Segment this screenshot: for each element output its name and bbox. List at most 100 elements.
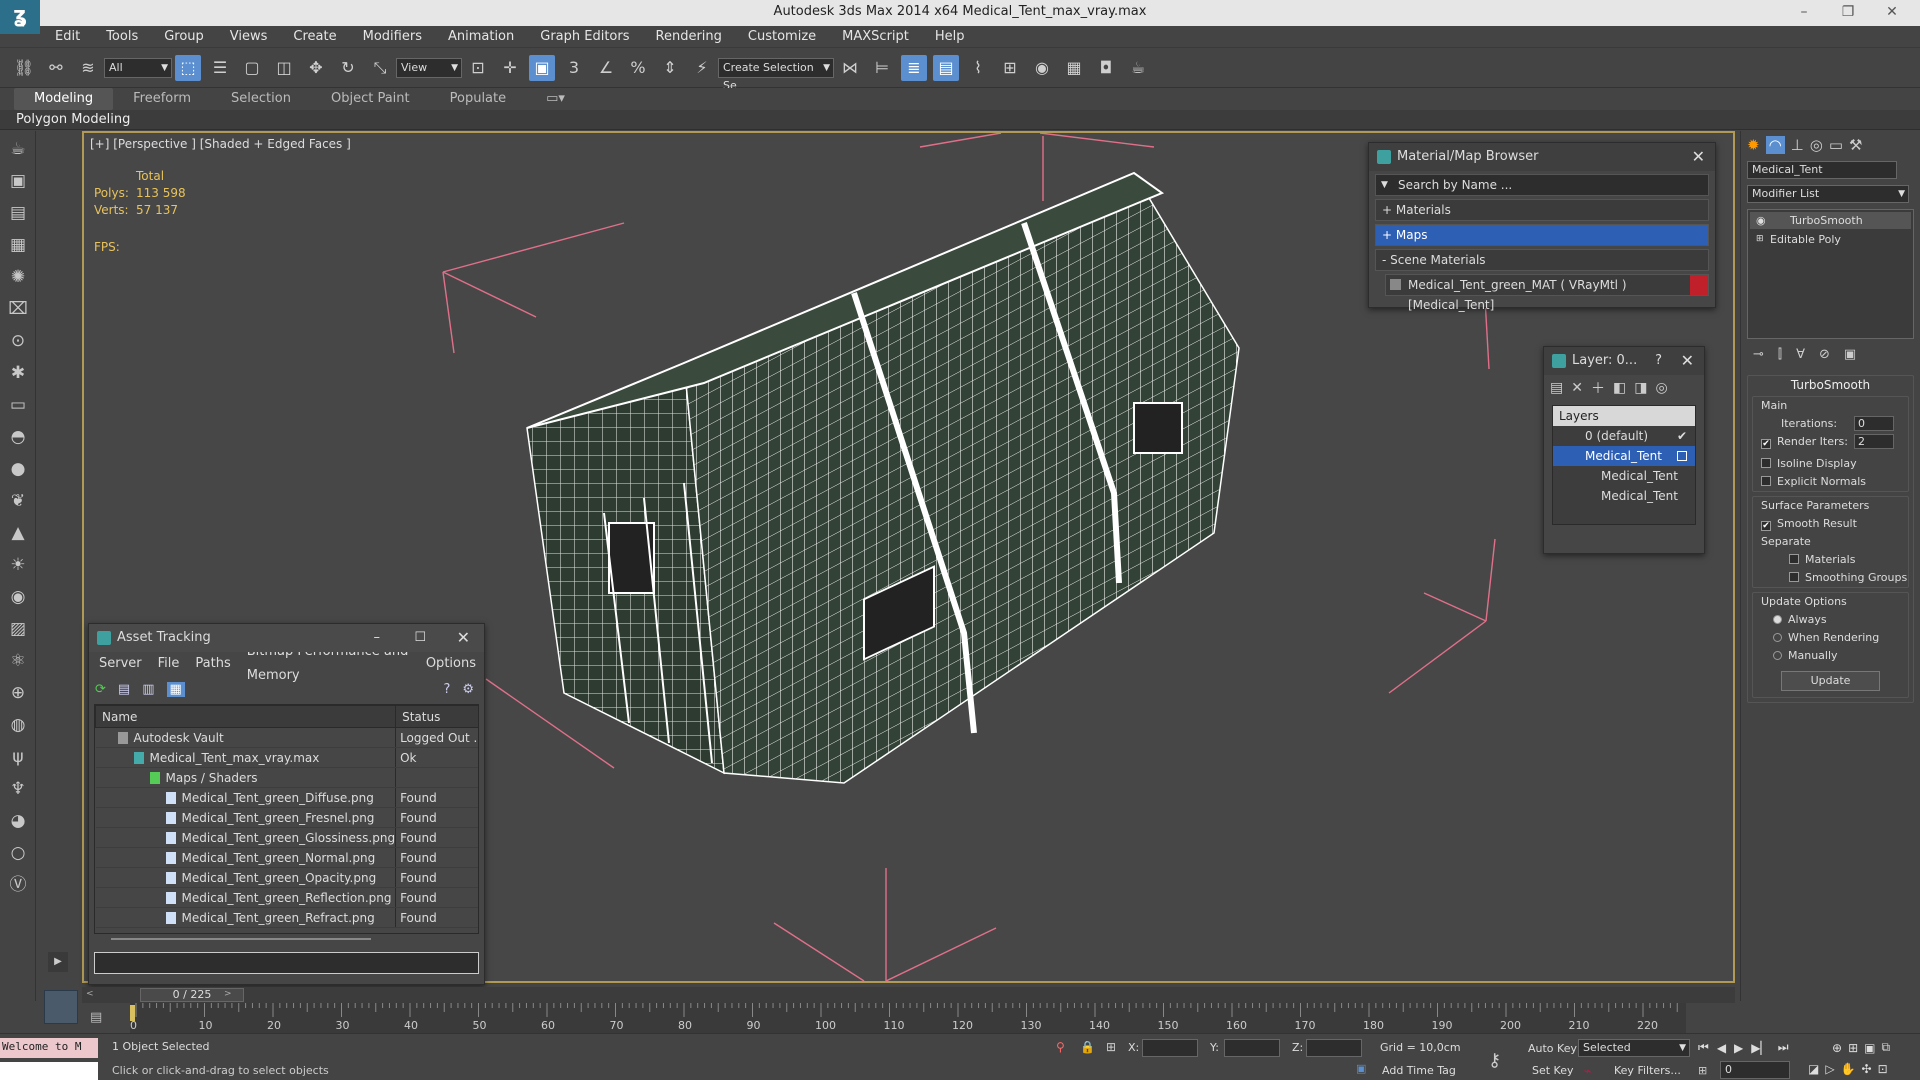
teapot-icon[interactable]: ☕ xyxy=(4,135,32,163)
materials-checkbox[interactable] xyxy=(1789,554,1799,564)
layer-child-row[interactable]: Medical_Tent xyxy=(1553,466,1695,486)
grid-icon[interactable]: ▦ xyxy=(4,231,32,259)
asset-menu-options[interactable]: Options xyxy=(418,652,484,676)
render-iters-spinner[interactable]: 2 xyxy=(1854,434,1894,449)
select-by-name-icon[interactable]: ☰ xyxy=(207,55,233,81)
select-object-icon[interactable]: ⬚ xyxy=(175,54,201,81)
table-row[interactable]: Autodesk Vault Logged Out ... xyxy=(95,727,478,748)
polygon-modeling-label[interactable]: Polygon Modeling xyxy=(0,112,130,127)
close-icon[interactable]: ✕ xyxy=(1681,347,1694,375)
time-slider[interactable]: < 0 / 225 > xyxy=(82,987,1735,1003)
menu-edit[interactable]: Edit xyxy=(42,26,93,48)
menu-customize[interactable]: Customize xyxy=(735,26,829,48)
material-browser-titlebar[interactable]: Material/Map Browser ✕ xyxy=(1369,143,1715,171)
help-icon[interactable]: ? xyxy=(443,682,450,697)
field-of-view-icon[interactable]: ▷ xyxy=(1825,1062,1834,1076)
table-row[interactable]: Medical_Tent_green_Fresnel.png Found xyxy=(95,807,478,828)
helper-icon[interactable]: ⊙ xyxy=(4,327,32,355)
ref-coord-dropdown[interactable]: View ▼ xyxy=(396,57,462,78)
link-icon[interactable]: ⛓ xyxy=(11,55,37,81)
curve-editor-icon[interactable]: ⌇ xyxy=(965,55,991,81)
asset-tracking-titlebar[interactable]: Asset Tracking – ☐ ✕ xyxy=(89,624,484,652)
new-layer-icon[interactable]: ▤ xyxy=(1550,380,1563,396)
horizontal-scrollbar[interactable] xyxy=(111,938,371,946)
help-button[interactable]: ? xyxy=(1655,347,1662,375)
x-coordinate-field[interactable] xyxy=(1142,1039,1198,1057)
key-filters-button[interactable]: Key Filters... xyxy=(1614,1064,1681,1077)
go-to-end-icon[interactable]: ⏭ xyxy=(1778,1040,1789,1055)
camera-icon[interactable]: ⌧ xyxy=(4,295,32,323)
expand-plus-icon[interactable]: ⊞ xyxy=(1756,231,1764,248)
tab-freeform[interactable]: Freeform xyxy=(113,88,211,110)
object-name-field[interactable]: Medical_Tent xyxy=(1747,161,1897,179)
absolute-mode-icon[interactable]: ⊞ xyxy=(1106,1040,1116,1054)
create-tab-icon[interactable]: ✹ xyxy=(1747,136,1760,154)
minimize-button[interactable]: – xyxy=(1782,0,1826,26)
angle-snap-icon[interactable]: ∠ xyxy=(593,55,619,81)
manually-row[interactable]: Manually xyxy=(1753,647,1908,665)
particle-icon[interactable]: ✱ xyxy=(4,359,32,387)
smooth-result-row[interactable]: ✔ Smooth Result xyxy=(1753,515,1908,533)
section-maps[interactable]: + Maps xyxy=(1375,224,1709,246)
next-key-icon[interactable]: ▶▏ xyxy=(1751,1041,1769,1055)
prev-frame-icon[interactable]: < xyxy=(86,989,94,999)
utilities-tab-icon[interactable]: ⚒ xyxy=(1849,136,1862,154)
pin-stack-icon[interactable]: ⊸ xyxy=(1753,347,1764,362)
play-icon[interactable]: ▶ xyxy=(1734,1041,1743,1055)
time-config-icon[interactable]: ◪ xyxy=(1808,1062,1819,1076)
align-icon[interactable]: ⊨ xyxy=(869,55,895,81)
key-selection-dropdown[interactable]: Selected ▼ xyxy=(1578,1039,1690,1057)
column-status[interactable]: Status xyxy=(395,705,478,728)
set-key-icon[interactable]: ⌁ xyxy=(1584,1064,1591,1078)
menu-animation[interactable]: Animation xyxy=(435,26,527,48)
globe-icon[interactable]: ◍ xyxy=(4,711,32,739)
mini-listener-icon[interactable] xyxy=(44,990,78,1024)
light-icon[interactable]: ✺ xyxy=(4,263,32,291)
add-to-layer-icon[interactable]: ＋ xyxy=(1591,378,1605,398)
table-view-icon[interactable]: ▦ xyxy=(166,681,185,697)
plant-icon[interactable]: ❦ xyxy=(4,487,32,515)
render-frame-icon[interactable]: ▣ xyxy=(4,167,32,195)
tab-object-paint[interactable]: Object Paint xyxy=(311,88,430,110)
prev-key-icon[interactable]: ◀ xyxy=(1717,1041,1726,1055)
hierarchy-tab-icon[interactable]: ⊥ xyxy=(1791,136,1804,154)
menu-tools[interactable]: Tools xyxy=(93,26,151,48)
hatch-icon[interactable]: ▨ xyxy=(4,615,32,643)
remove-modifier-icon[interactable]: ⊘ xyxy=(1819,347,1830,362)
menu-maxscript[interactable]: MAXScript xyxy=(829,26,922,48)
always-row[interactable]: Always xyxy=(1753,611,1908,629)
details-view-icon[interactable]: ▥ xyxy=(142,682,154,697)
table-row[interactable]: Medical_Tent_green_Refract.png Found xyxy=(95,907,478,928)
go-to-start-icon[interactable]: ⏮ xyxy=(1698,1040,1709,1055)
track-bar[interactable]: 0 10 20 30 40 50 60 70 80 90 100 110 120 130 140 150 160… xyxy=(130,1003,1686,1033)
settings-icon[interactable]: ⚙ xyxy=(462,682,474,697)
table-row[interactable]: Medical_Tent_green_Reflection.png Found xyxy=(95,887,478,908)
smooth-result-checkbox[interactable]: ✔ xyxy=(1761,521,1771,531)
isoline-row[interactable]: Isoline Display xyxy=(1753,455,1908,473)
grass-icon[interactable]: ψ xyxy=(4,743,32,771)
scale-icon[interactable]: ⤡ xyxy=(367,55,393,81)
sphere-gold-icon[interactable]: ◉ xyxy=(4,583,32,611)
render-setup-icon[interactable]: ▦ xyxy=(1061,55,1087,81)
maximize-viewport-icon[interactable]: ⊡ xyxy=(1878,1062,1888,1076)
smoothing-groups-checkbox[interactable] xyxy=(1789,572,1799,582)
zoom-all-icon[interactable]: ⊞ xyxy=(1848,1041,1858,1055)
move-icon[interactable]: ✥ xyxy=(303,55,329,81)
table-row[interactable]: Medical_Tent_green_Normal.png Found xyxy=(95,847,478,868)
list-view-icon[interactable]: ▤ xyxy=(118,682,130,697)
materials-row[interactable]: Materials xyxy=(1753,551,1908,569)
percent-snap-icon[interactable]: % xyxy=(625,55,651,81)
next-frame-icon[interactable]: > xyxy=(224,989,232,999)
lock-selection-icon[interactable]: 🔒 xyxy=(1080,1040,1095,1054)
isoline-checkbox[interactable] xyxy=(1761,458,1771,468)
rect-selection-icon[interactable]: ▢ xyxy=(239,55,265,81)
tab-modeling[interactable]: Modeling xyxy=(14,88,114,110)
render-icon[interactable]: ☕ xyxy=(1125,55,1151,81)
menu-graph-editors[interactable]: Graph Editors xyxy=(527,26,642,48)
orbit-icon[interactable]: ✣ xyxy=(1862,1062,1872,1076)
scene-material-item[interactable]: Medical_Tent_green_MAT ( VRayMtl ) [Medi… xyxy=(1385,274,1709,312)
show-end-result-icon[interactable]: ⫿ xyxy=(1778,347,1782,362)
graphite-ribbon-icon[interactable]: ▤ xyxy=(933,54,959,81)
molecule-icon[interactable]: ⚛ xyxy=(4,647,32,675)
track-bar-toggle-icon[interactable]: ▤ xyxy=(90,1010,102,1025)
